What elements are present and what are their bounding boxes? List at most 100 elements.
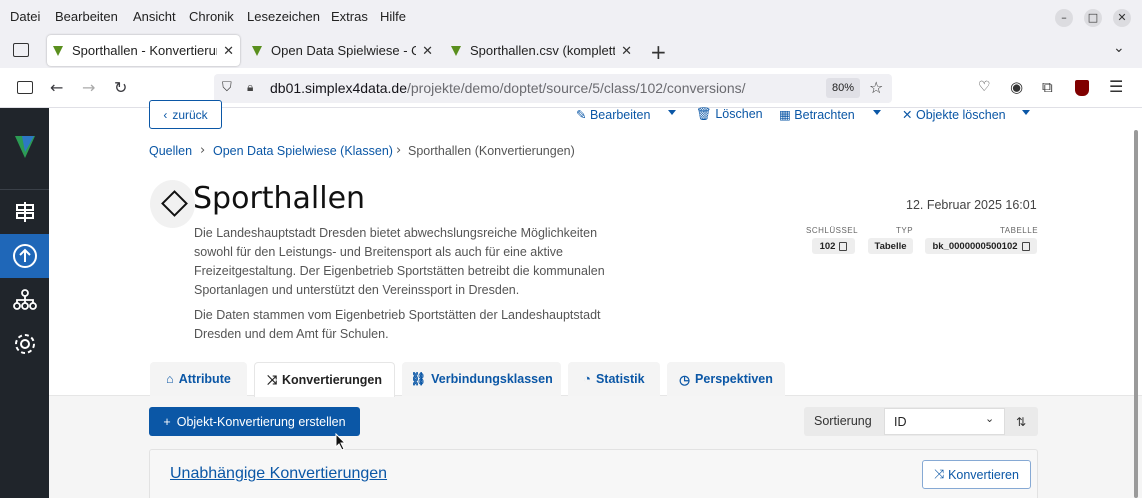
tab-label: Perspektiven: [695, 372, 773, 386]
table-badge: bk_0000000500102: [925, 238, 1037, 254]
favicon-icon: [53, 45, 63, 56]
plus-icon: +: [163, 414, 171, 429]
account-icon[interactable]: ◉: [1010, 78, 1023, 96]
chevron-left-icon: ‹: [163, 107, 168, 122]
breadcrumb-sources[interactable]: Quellen: [149, 144, 192, 158]
lock-icon[interactable]: 🔒︎: [247, 80, 253, 95]
timestamp: 12. Februar 2025 16:01: [906, 198, 1037, 212]
tab-perspektiven[interactable]: ◷ Perspektiven: [667, 362, 785, 396]
url-text[interactable]: db01.simplex4data.de/projekte/demo/dopte…: [270, 80, 746, 96]
shuffle-icon: ⤨: [266, 372, 277, 387]
delete-objects-button[interactable]: ✕ Objekte löschen: [902, 107, 1006, 122]
create-conversion-button[interactable]: + Objekt-Konvertierung erstellen: [149, 407, 360, 436]
close-window-icon[interactable]: ✕: [1113, 9, 1131, 27]
scrollbar[interactable]: [1134, 130, 1138, 498]
chevron-down-icon[interactable]: ⌄: [985, 412, 994, 425]
menu-extras[interactable]: Extras: [331, 9, 368, 24]
extensions-icon[interactable]: ⧉: [1042, 78, 1053, 96]
maximize-icon[interactable]: □: [1084, 9, 1102, 27]
view-button[interactable]: ▦ Betrachten: [779, 107, 855, 122]
tab-label: Statistik: [595, 372, 645, 386]
description-paragraph-2: Die Daten stammen vom Eigenbetrieb Sport…: [194, 308, 601, 341]
delete-objects-caret-icon[interactable]: [1022, 110, 1030, 115]
minimize-icon[interactable]: –: [1055, 9, 1073, 27]
table-icon: ▦: [779, 108, 791, 122]
delete-label: Löschen: [715, 107, 763, 121]
upload-icon[interactable]: [0, 234, 49, 278]
edit-caret-icon[interactable]: [668, 110, 676, 115]
menu-bearbeiten[interactable]: Bearbeiten: [55, 9, 118, 24]
pie-chart-icon: ◔: [583, 372, 591, 386]
key-badge: 102: [812, 238, 855, 254]
tab-overview-icon[interactable]: [13, 43, 29, 57]
browser-tab-title: Open Data Spielwiese - Q: [271, 43, 417, 58]
close-tab-icon[interactable]: ✕: [422, 43, 433, 59]
menu-chronik[interactable]: Chronik: [189, 9, 234, 24]
signpost-icon[interactable]: [0, 190, 49, 234]
trash-icon: 🗑︎: [696, 107, 712, 121]
favicon-icon: [252, 45, 262, 56]
browser-tab-2[interactable]: Open Data Spielwiese - Q ✕: [246, 35, 439, 66]
breadcrumb-separator-icon: ›: [200, 143, 206, 158]
mouse-cursor-icon: [335, 433, 347, 451]
breadcrumb-current: Sporthallen (Konvertierungen): [408, 144, 575, 158]
edit-label: Bearbeiten: [589, 108, 651, 122]
back-button[interactable]: ‹ zurück: [149, 100, 222, 129]
tab-verbindungsklassen[interactable]: ⛓︎ Verbindungsklassen: [402, 362, 561, 396]
list-tabs-icon[interactable]: ⌄: [1113, 40, 1125, 56]
menu-hilfe[interactable]: Hilfe: [380, 9, 406, 24]
breadcrumb-parent[interactable]: Open Data Spielwiese (Klassen): [213, 144, 393, 158]
tab-label: Attribute: [178, 372, 231, 386]
view-label: Betrachten: [794, 108, 855, 122]
sort-value: ID: [894, 414, 907, 429]
table-value: bk_0000000500102: [932, 240, 1018, 252]
browser-tab-title: Sporthallen - Konvertierun: [72, 43, 218, 58]
close-tab-icon[interactable]: ✕: [223, 43, 234, 59]
app-menu-icon[interactable]: ☰: [1109, 77, 1123, 96]
copy-icon[interactable]: [839, 241, 848, 251]
sort-direction-icon[interactable]: ⇅: [1006, 410, 1036, 434]
new-tab-icon[interactable]: +: [650, 40, 667, 64]
delete-objects-label: Objekte löschen: [915, 108, 1006, 122]
sitemap-icon[interactable]: [0, 278, 49, 322]
convert-button[interactable]: ⤨ Konvertieren: [922, 460, 1031, 489]
pocket-icon[interactable]: ♡: [978, 79, 991, 95]
forward-arrow-icon[interactable]: →: [82, 78, 95, 97]
shield-icon[interactable]: ⛉: [222, 80, 232, 95]
card-title[interactable]: Unabhängige Konvertierungen: [170, 465, 387, 483]
settings-gear-icon[interactable]: [0, 322, 49, 366]
menu-ansicht[interactable]: Ansicht: [133, 9, 176, 24]
zoom-level[interactable]: 80%: [826, 78, 860, 98]
tab-konvertierungen[interactable]: ⤨ Konvertierungen: [254, 362, 395, 397]
tab-attribute[interactable]: ⌂ Attribute: [150, 362, 247, 396]
browser-tab-1[interactable]: Sporthallen - Konvertierun ✕: [47, 35, 240, 66]
ublock-icon[interactable]: [1075, 80, 1089, 96]
copy-icon[interactable]: [1021, 241, 1030, 251]
back-arrow-icon[interactable]: ←: [50, 78, 63, 97]
favicon-icon: [451, 45, 461, 56]
tab-label: Konvertierungen: [282, 373, 383, 387]
sort-label: Sortierung: [814, 414, 872, 428]
menu-datei[interactable]: Datei: [10, 9, 40, 24]
table-label: TABELLE: [1000, 226, 1039, 235]
key-value: 102: [819, 240, 836, 252]
browser-tab-title: Sporthallen.csv (komplett: [470, 43, 616, 58]
bookmark-star-icon[interactable]: ☆: [869, 78, 883, 97]
menu-lesezeichen[interactable]: Lesezeichen: [247, 9, 320, 24]
view-caret-icon[interactable]: [873, 110, 881, 115]
tab-statistik[interactable]: ◔ Statistik: [568, 362, 660, 396]
key-label: SCHLÜSSEL: [806, 226, 859, 235]
compass-icon: ◷: [679, 372, 691, 387]
browser-tab-3[interactable]: Sporthallen.csv (komplett ✕: [445, 35, 638, 66]
tag-icon: ⌂: [166, 372, 174, 386]
delete-button[interactable]: 🗑︎ Löschen: [696, 107, 763, 122]
close-tab-icon[interactable]: ✕: [621, 43, 632, 59]
tab-label: Verbindungsklassen: [431, 372, 553, 386]
page-title: Sporthallen: [193, 181, 366, 216]
reload-icon[interactable]: ↻: [114, 78, 127, 97]
link-icon: ⛓︎: [410, 371, 427, 386]
edit-button[interactable]: ✎ Bearbeiten: [576, 107, 650, 122]
back-label: zurück: [172, 107, 208, 122]
shuffle-icon: ⤨: [934, 467, 945, 481]
sidebar-toggle-icon[interactable]: [17, 81, 33, 94]
